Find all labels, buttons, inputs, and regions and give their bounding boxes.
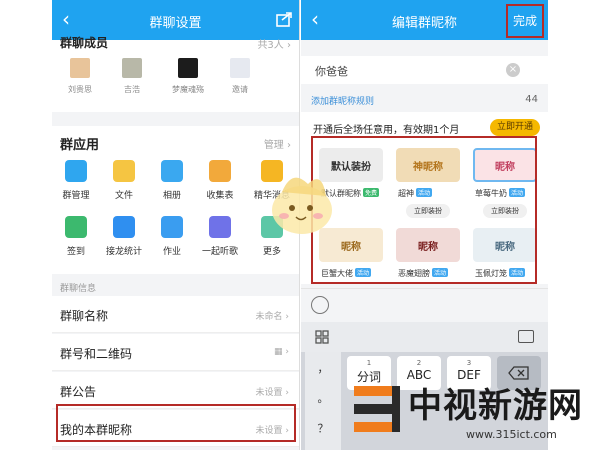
members-count-text: 共3人	[257, 40, 284, 51]
avatar	[178, 58, 198, 78]
app-icon	[65, 216, 87, 238]
member-item[interactable]: 刘贵思	[60, 58, 100, 95]
app-icon	[113, 160, 135, 182]
app-item[interactable]: 接龙统计	[100, 216, 148, 257]
row-label: 群公告	[60, 385, 97, 399]
key-number: 3	[466, 359, 472, 367]
row-label: 群聊名称	[60, 309, 109, 323]
my-nickname-highlight	[56, 404, 296, 442]
app-item[interactable]: 一起听歌	[196, 216, 244, 257]
nav-title: 群聊设置	[149, 16, 202, 31]
grid-icon[interactable]	[315, 330, 329, 344]
invite-icon	[230, 58, 250, 78]
app-label: 群管理	[62, 191, 90, 201]
clear-icon[interactable]: ×	[506, 63, 520, 77]
member-item[interactable]: 梦魔魂殇	[168, 58, 208, 95]
app-item[interactable]: 收集表	[196, 160, 244, 201]
row-group-name[interactable]: 群聊名称 未命名 ›	[52, 296, 299, 333]
app-item[interactable]: 文件	[100, 160, 148, 201]
members-count[interactable]: 共3人 ›	[257, 36, 291, 51]
app-icon	[113, 216, 135, 238]
punctuation-column: ， 。 ？	[305, 352, 341, 450]
app-icon	[209, 160, 231, 182]
app-label: 接龙统计	[105, 247, 142, 257]
char-count: 44	[525, 94, 538, 105]
app-label: 更多	[262, 247, 281, 257]
app-label: 相册	[162, 191, 181, 201]
row-value-wrap: 未命名 ›	[255, 312, 289, 322]
watermark: 中视新游网 www.315ict.com	[348, 378, 600, 450]
app-icon	[161, 216, 183, 238]
app-label: 签到	[66, 247, 85, 257]
nickname-input[interactable]: 你爸爸 ×	[301, 56, 548, 84]
members-title: 群聊成员	[60, 36, 109, 50]
hide-keyboard-icon[interactable]	[518, 330, 534, 343]
emoji-bar	[301, 288, 548, 322]
key-number: 1	[366, 359, 372, 367]
app-item[interactable]: 相册	[148, 160, 196, 201]
share-icon[interactable]	[275, 10, 293, 28]
avatar	[70, 58, 90, 78]
qr-icon: ▦ ›	[274, 347, 289, 357]
app-label: 文件	[114, 191, 133, 201]
watermark-logo-icon	[354, 386, 400, 432]
watermark-text: 中视新游网	[408, 386, 583, 426]
app-icon	[65, 160, 87, 182]
member-name: 吉浩	[124, 85, 140, 94]
nav-bar: ‹ 编辑群昵称 完成	[301, 0, 548, 40]
emoji-icon[interactable]	[311, 296, 329, 314]
app-label: 作业	[162, 247, 181, 257]
key-comma[interactable]: ，	[305, 360, 341, 376]
member-list: 刘贵思 吉浩 梦魔魂殇 邀请	[52, 58, 299, 102]
apps-manage-text: 管理	[263, 140, 284, 151]
app-item[interactable]: 签到	[52, 216, 100, 257]
member-item[interactable]: 吉浩	[112, 58, 152, 95]
mascot-icon	[272, 177, 332, 234]
promo-text: 开通后全场任意用，有效期1个月	[313, 125, 460, 136]
done-button[interactable]: 完成	[506, 4, 544, 38]
avatar	[122, 58, 142, 78]
row-label: 群号和二维码	[60, 347, 133, 361]
member-name: 刘贵思	[68, 85, 92, 94]
row-group-qr[interactable]: 群号和二维码 ▦ ›	[52, 334, 299, 371]
member-item[interactable]: 邀请	[220, 58, 260, 95]
keyboard-toolbar	[301, 322, 548, 352]
apps-title: 群应用	[60, 138, 100, 153]
key-question[interactable]: ？	[305, 420, 341, 436]
app-label: 收集表	[206, 191, 234, 201]
section-label: 群聊信息	[60, 284, 97, 294]
watermark-url: www.315ict.com	[466, 428, 557, 441]
member-name: 梦魔魂殇	[172, 85, 204, 94]
nickname-grid-highlight	[311, 136, 537, 284]
row-value-wrap: 未设置 ›	[255, 388, 289, 398]
row-value: 未命名	[255, 312, 283, 322]
app-icon	[161, 160, 183, 182]
key-number: 2	[416, 359, 422, 367]
add-rule-link[interactable]: 添加群昵称规则	[311, 94, 374, 107]
app-item[interactable]: 作业	[148, 216, 196, 257]
open-now-button[interactable]: 立即开通	[490, 119, 540, 136]
app-item[interactable]: 群管理	[52, 160, 100, 201]
app-icon	[209, 216, 231, 238]
app-label: 一起听歌	[201, 247, 238, 257]
row-value: 未设置	[255, 388, 283, 398]
nickname-value: 你爸爸	[315, 65, 348, 78]
apps-manage[interactable]: 管理 ›	[264, 136, 291, 151]
key-period[interactable]: 。	[305, 390, 341, 406]
member-name: 邀请	[232, 85, 248, 94]
